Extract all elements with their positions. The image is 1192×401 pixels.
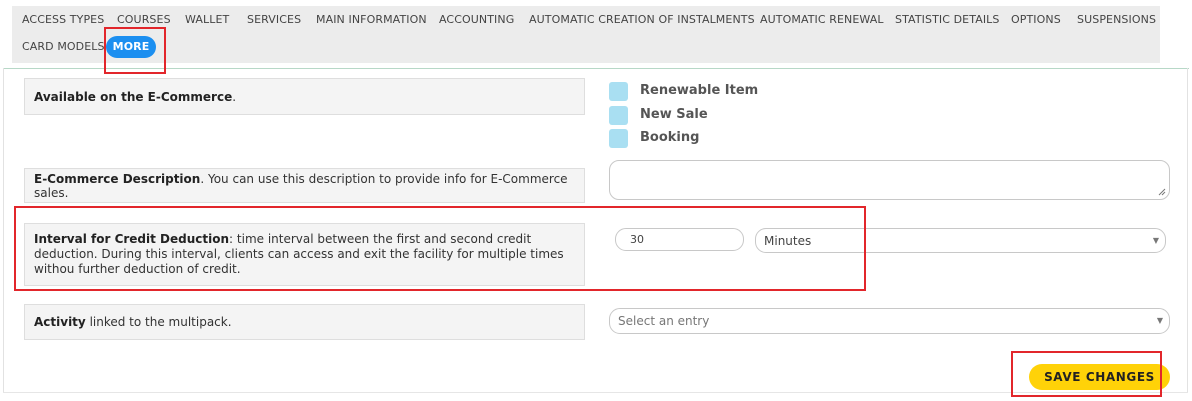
- renewable-item-checkbox[interactable]: [609, 82, 628, 101]
- activity-title: Activity: [34, 315, 86, 329]
- content-divider: [3, 68, 1189, 69]
- panel-right-border: [1187, 68, 1188, 393]
- booking-checkbox[interactable]: [609, 129, 628, 148]
- panel-left-border: [3, 68, 4, 393]
- tab-main-information[interactable]: MAIN INFORMATION: [316, 13, 427, 27]
- ecommerce-availability-title: Available on the E-Commerce: [34, 89, 233, 104]
- booking-label: Booking: [640, 130, 700, 145]
- new-sale-checkbox[interactable]: [609, 106, 628, 125]
- activity-help: linked to the multipack.: [85, 315, 232, 329]
- highlight-credit-interval: [14, 206, 866, 291]
- ecommerce-description-label: E-Commerce Description. You can use this…: [24, 168, 585, 203]
- tab-automatic-creation-of-instalments[interactable]: AUTOMATIC CREATION OF INSTALMENTS: [529, 13, 755, 27]
- highlight-more-tab: [104, 27, 166, 74]
- tab-card-models[interactable]: CARD MODELS: [22, 40, 105, 54]
- ecommerce-availability-label: Available on the E-Commerce.: [24, 78, 585, 115]
- ecommerce-description-title: E-Commerce Description: [34, 171, 201, 186]
- new-sale-label: New Sale: [640, 107, 708, 122]
- tab-wallet[interactable]: WALLET: [185, 13, 229, 27]
- renewable-item-label: Renewable Item: [640, 83, 759, 98]
- tab-statistic-details[interactable]: STATISTIC DETAILS: [895, 13, 999, 27]
- ecommerce-description-textarea[interactable]: [609, 160, 1170, 200]
- tab-accounting[interactable]: ACCOUNTING: [439, 13, 514, 27]
- tab-automatic-renewal[interactable]: AUTOMATIC RENEWAL: [760, 13, 884, 27]
- tab-services[interactable]: SERVICES: [247, 13, 301, 27]
- activity-placeholder: Select an entry: [618, 314, 710, 328]
- highlight-save-button: [1011, 351, 1162, 397]
- tab-options[interactable]: OPTIONS: [1011, 13, 1061, 27]
- tab-courses[interactable]: COURSES: [117, 13, 171, 27]
- dropdown-arrow-icon: ▼: [1152, 236, 1159, 245]
- resize-handle-icon[interactable]: [1158, 188, 1166, 196]
- activity-select[interactable]: Select an entry ▼: [609, 308, 1170, 334]
- activity-label: Activity linked to the multipack.: [24, 304, 585, 340]
- tab-access-types[interactable]: ACCESS TYPES: [22, 13, 104, 27]
- tab-suspensions[interactable]: SUSPENSIONS: [1077, 13, 1156, 27]
- ecommerce-availability-suffix: .: [232, 89, 237, 104]
- dropdown-arrow-icon: ▼: [1156, 316, 1163, 325]
